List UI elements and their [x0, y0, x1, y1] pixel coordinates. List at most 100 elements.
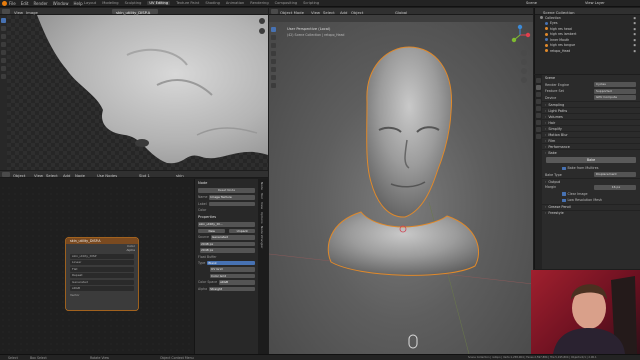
node-select-menu[interactable]: Select [46, 173, 58, 178]
blender-logo-icon[interactable] [2, 1, 7, 6]
scene-tab-icon[interactable] [536, 106, 541, 111]
node-source[interactable]: Generated [70, 279, 134, 285]
image-editor[interactable]: View Image skin_utility_DISP.A [0, 8, 268, 170]
vp-measure-tool-icon[interactable] [271, 83, 276, 88]
workspace-tab-scripting[interactable]: Scripting [303, 1, 319, 5]
transform-orientation[interactable]: Global [395, 10, 407, 15]
annotate-tool-icon[interactable] [1, 66, 6, 71]
render-engine-field[interactable]: Cycles [594, 82, 636, 88]
vp-zoom-icon[interactable] [521, 50, 527, 56]
float-buffer-checkbox[interactable]: Float Buffer [198, 255, 217, 259]
properties-section-title[interactable]: Properties [195, 213, 258, 221]
visibility-eye-icon[interactable]: ◉ [633, 49, 636, 53]
vp-move-tool-icon[interactable] [271, 43, 276, 48]
mode-selector[interactable]: Object Mode [280, 10, 304, 15]
vp-camera-icon[interactable] [521, 68, 527, 74]
workspace-tab-compositing[interactable]: Compositing [275, 1, 298, 5]
image-datablock-field[interactable]: skin_utility_DI... [198, 222, 255, 227]
cursor-tool-icon[interactable] [1, 26, 6, 31]
section-bake[interactable]: Bake [542, 149, 640, 155]
menu-render[interactable]: Render [33, 1, 47, 6]
workspace-tab-shading[interactable]: Shading [205, 1, 220, 5]
workspace-tab-texture-paint[interactable]: Texture Paint [176, 1, 199, 5]
node-editor-type-icon[interactable] [2, 172, 10, 177]
node-editor-type[interactable]: Object [13, 173, 25, 178]
tab-view[interactable]: View [260, 202, 264, 209]
workspace-tab-layout[interactable]: Layout [84, 1, 96, 5]
source-field[interactable]: Generated [210, 235, 255, 240]
vp-transform-tool-icon[interactable] [271, 67, 276, 72]
alpha-field[interactable]: Straight [209, 286, 255, 291]
output-tab-icon[interactable] [536, 92, 541, 97]
transform-tool-icon[interactable] [1, 58, 6, 63]
vp-scale-tool-icon[interactable] [271, 59, 276, 64]
visibility-eye-icon[interactable]: ◉ [633, 32, 636, 36]
tab-node-wrangler[interactable]: Node Wrangler [260, 226, 264, 248]
use-nodes-toggle[interactable]: Use Nodes [97, 173, 117, 178]
grab-tool-icon[interactable] [1, 74, 6, 79]
bake-multires-checkbox[interactable] [562, 166, 566, 170]
type-blank[interactable]: Blank [207, 260, 255, 265]
editor-type-icon[interactable] [2, 9, 10, 14]
menu-edit[interactable]: Edit [21, 1, 29, 6]
pan-icon[interactable] [259, 28, 265, 34]
outliner[interactable]: Scene Collection Collection ◉ Eyes ◉ high re… [534, 8, 640, 74]
view-layer-tab-icon[interactable] [536, 99, 541, 104]
menu-help[interactable]: Help [73, 1, 82, 6]
vp-annotate-tool-icon[interactable] [271, 75, 276, 80]
scene-selector[interactable]: Scene [526, 1, 537, 5]
visibility-eye-icon[interactable]: ◉ [633, 43, 636, 47]
vp-select-tool-icon[interactable] [271, 27, 276, 32]
color-space-field[interactable]: sRGB [219, 280, 255, 285]
vp-grid-icon[interactable] [521, 77, 527, 83]
material-name[interactable]: skin [176, 173, 184, 178]
device-field[interactable]: GPU Compute [594, 95, 636, 101]
viewport-select-menu[interactable]: Select [323, 10, 335, 15]
viewport-canvas[interactable] [269, 22, 533, 354]
node-interpolation[interactable]: Linear [70, 260, 134, 265]
node-color-space[interactable]: sRGB [70, 286, 134, 291]
node-view-menu[interactable]: View [34, 173, 43, 178]
feature-set-field[interactable]: Supported [594, 88, 636, 94]
navigation-gizmo[interactable] [509, 24, 531, 46]
node-projection[interactable]: Flat [70, 266, 134, 272]
vp-rotate-tool-icon[interactable] [271, 51, 276, 56]
vp-cursor-tool-icon[interactable] [271, 35, 276, 40]
zoom-icon[interactable] [259, 18, 265, 24]
tool-tab-icon[interactable] [536, 78, 541, 83]
menu-window[interactable]: Window [53, 1, 69, 6]
margin-field[interactable]: 16 px [594, 184, 636, 190]
image-editor-image-menu[interactable]: Image [26, 10, 38, 15]
section-freestyle[interactable]: Freestyle [542, 209, 640, 216]
menu-file[interactable]: File [9, 1, 16, 6]
tab-options[interactable]: Options [260, 212, 264, 224]
visibility-eye-icon[interactable]: ◉ [633, 16, 636, 20]
node-add-menu[interactable]: Add [63, 173, 70, 178]
scale-tool-icon[interactable] [1, 50, 6, 55]
workspace-tab-rendering[interactable]: Rendering [250, 1, 268, 5]
bake-type-field[interactable]: Displacement [594, 172, 636, 178]
properties-editor[interactable]: Scene Render Engine Cycles Feature Set Sup… [534, 75, 640, 269]
viewport-object-menu[interactable]: Object [351, 10, 363, 15]
unpack-button[interactable]: Unpack [228, 228, 255, 233]
render-tab-icon[interactable] [536, 85, 541, 90]
workspace-tab-modeling[interactable]: Modeling [102, 1, 118, 5]
vp-pan-icon[interactable] [521, 59, 527, 65]
clear-image-checkbox[interactable] [562, 192, 566, 196]
outliner-item[interactable]: retopo_Head ◉ [535, 48, 640, 54]
new-image-button[interactable]: New [198, 228, 225, 233]
material-tab-icon[interactable] [536, 134, 541, 139]
viewport-add-menu[interactable]: Add [340, 10, 347, 15]
material-slot[interactable]: Slot 1 [139, 173, 150, 178]
node-section-title[interactable]: Node [195, 179, 258, 187]
node-extension[interactable]: Repeat [70, 273, 134, 278]
type-uv-grid[interactable]: UV Grid [210, 267, 255, 272]
image-editor-view-menu[interactable]: View [14, 10, 23, 15]
rotate-tool-icon[interactable] [1, 42, 6, 47]
workspace-tab-sculpting[interactable]: Sculpting [125, 1, 142, 5]
move-tool-icon[interactable] [1, 34, 6, 39]
visibility-eye-icon[interactable]: ◉ [633, 27, 636, 31]
modifier-tab-icon[interactable] [536, 127, 541, 132]
tab-tool[interactable]: Tool [260, 193, 264, 199]
visibility-eye-icon[interactable]: ◉ [633, 38, 636, 42]
